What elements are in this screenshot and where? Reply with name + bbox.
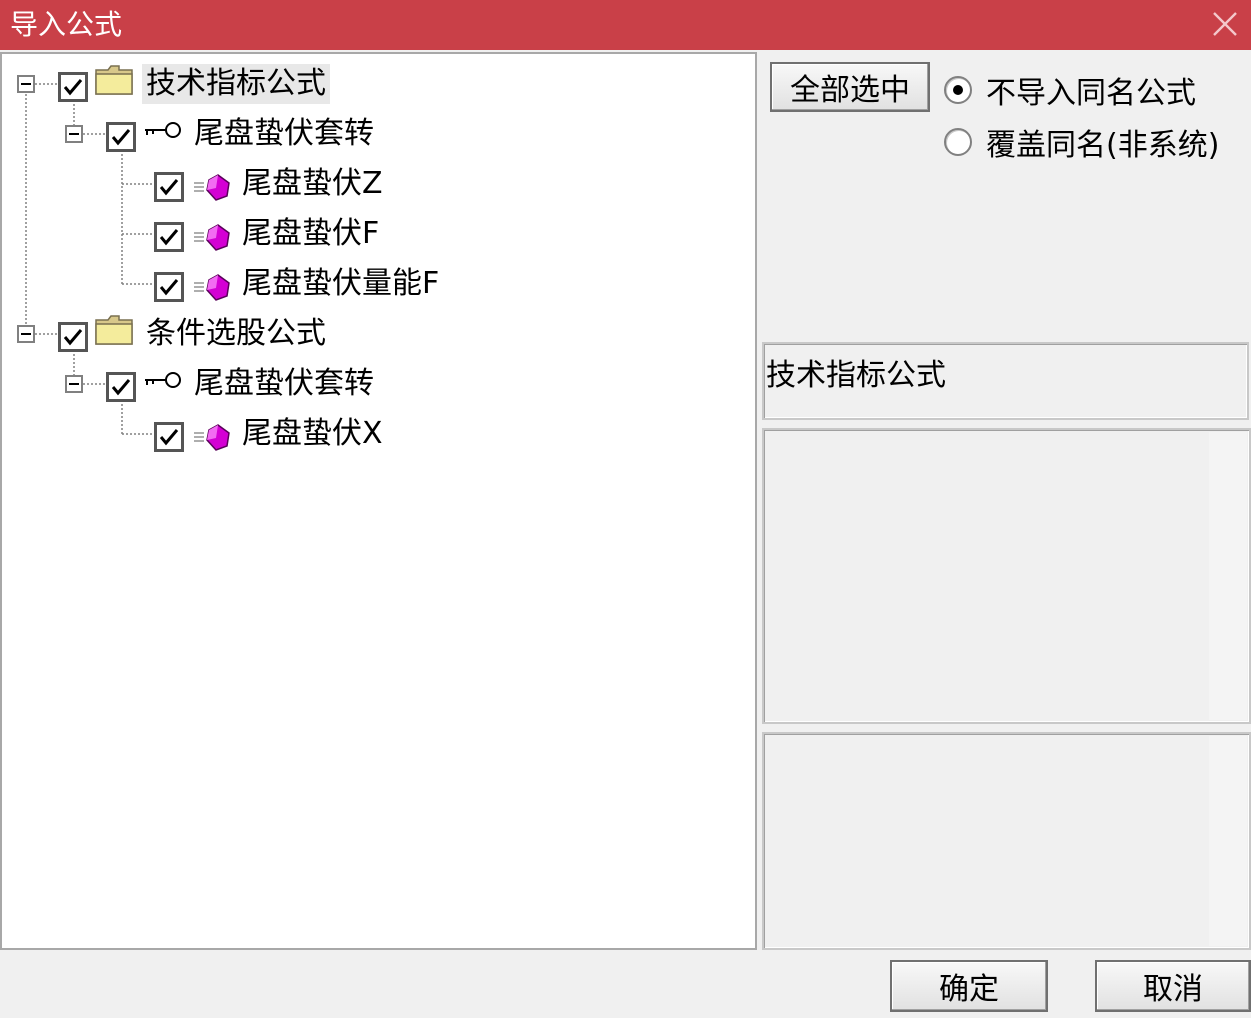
tree-checkbox[interactable] bbox=[154, 172, 184, 202]
category-display: 技术指标公式 bbox=[762, 342, 1249, 420]
radio-dot bbox=[953, 85, 963, 95]
category-text: 技术指标公式 bbox=[766, 358, 946, 393]
tree-node-label[interactable]: 尾盘蛰伏F bbox=[242, 214, 379, 254]
tree-checkbox[interactable] bbox=[106, 122, 136, 152]
check-icon bbox=[159, 279, 179, 296]
tree-checkbox[interactable] bbox=[154, 272, 184, 302]
radio-button[interactable] bbox=[944, 128, 972, 156]
radio-label: 不导入同名公式 bbox=[986, 76, 1196, 111]
formula-gem-icon bbox=[194, 274, 230, 301]
tree-checkbox[interactable] bbox=[58, 322, 88, 352]
detail-box bbox=[762, 732, 1251, 950]
check-icon bbox=[159, 429, 179, 446]
check-icon bbox=[111, 379, 131, 396]
radio-overwrite-duplicate[interactable]: 覆盖同名(非系统) bbox=[944, 120, 1219, 164]
close-icon bbox=[1213, 12, 1237, 36]
formula-gem-icon bbox=[194, 174, 230, 201]
close-button[interactable] bbox=[1205, 4, 1245, 44]
detail-scrollbar[interactable] bbox=[1209, 736, 1247, 946]
check-icon bbox=[63, 329, 83, 346]
key-icon bbox=[145, 122, 181, 138]
title-bar: 导入公式 bbox=[0, 0, 1251, 50]
check-icon bbox=[63, 79, 83, 96]
tree-node-label[interactable]: 尾盘蛰伏量能F bbox=[242, 264, 439, 304]
tree-expander[interactable] bbox=[17, 75, 35, 93]
tree-node-label[interactable]: 尾盘蛰伏套转 bbox=[194, 364, 374, 404]
folder-icon bbox=[95, 315, 133, 345]
radio-no-import-duplicate[interactable]: 不导入同名公式 bbox=[944, 68, 1196, 112]
tree-node-label[interactable]: 尾盘蛰伏套转 bbox=[194, 114, 374, 154]
key-icon bbox=[145, 372, 181, 388]
tree-node-label[interactable]: 尾盘蛰伏X bbox=[242, 414, 383, 454]
check-icon bbox=[111, 129, 131, 146]
select-all-button[interactable]: 全部选中 bbox=[770, 62, 930, 112]
tree-node-label[interactable]: 条件选股公式 bbox=[146, 314, 326, 354]
check-icon bbox=[159, 229, 179, 246]
formula-gem-icon bbox=[194, 424, 230, 451]
tree-checkbox[interactable] bbox=[154, 222, 184, 252]
radio-label: 覆盖同名(非系统) bbox=[986, 128, 1220, 163]
tree-checkbox[interactable] bbox=[58, 72, 88, 102]
folder-icon bbox=[95, 65, 133, 95]
formula-tree[interactable]: 技术指标公式 尾盘蛰伏套转 尾盘蛰伏Z 尾盘蛰伏F 尾盘蛰伏量能F 条件选股公式… bbox=[0, 52, 757, 950]
tree-node-label[interactable]: 尾盘蛰伏Z bbox=[242, 164, 383, 204]
tree-node-label[interactable]: 技术指标公式 bbox=[142, 64, 330, 104]
tree-expander[interactable] bbox=[65, 125, 83, 143]
window-title: 导入公式 bbox=[10, 8, 123, 41]
description-box bbox=[762, 428, 1251, 724]
tree-expander[interactable] bbox=[17, 325, 35, 343]
description-scrollbar[interactable] bbox=[1209, 432, 1247, 720]
tree-expander[interactable] bbox=[65, 375, 83, 393]
radio-button[interactable] bbox=[944, 76, 972, 104]
check-icon bbox=[159, 179, 179, 196]
formula-gem-icon bbox=[194, 224, 230, 251]
tree-checkbox[interactable] bbox=[154, 422, 184, 452]
cancel-button[interactable]: 取消 bbox=[1095, 960, 1251, 1012]
ok-button[interactable]: 确定 bbox=[890, 960, 1048, 1012]
tree-checkbox[interactable] bbox=[106, 372, 136, 402]
